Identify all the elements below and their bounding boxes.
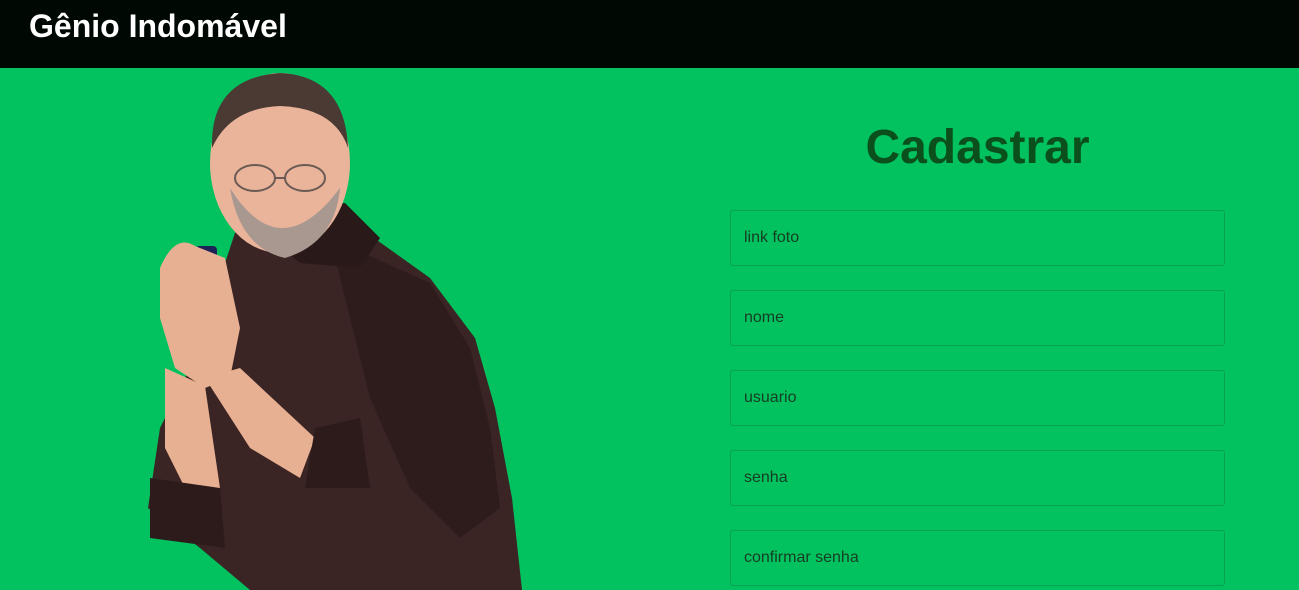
password-input[interactable]: [730, 450, 1225, 506]
top-navbar: Gênio Indomável: [0, 0, 1299, 68]
username-input[interactable]: [730, 370, 1225, 426]
photo-link-input[interactable]: [730, 210, 1225, 266]
brand-title[interactable]: Gênio Indomável: [29, 6, 287, 46]
signup-form: Cadastrar: [730, 68, 1225, 590]
person-photo: [148, 73, 522, 590]
cuff-left: [150, 478, 225, 548]
form-title: Cadastrar: [865, 121, 1090, 174]
name-input[interactable]: [730, 290, 1225, 346]
main-content: Cadastrar: [0, 68, 1299, 590]
confirm-password-input[interactable]: [730, 530, 1225, 586]
